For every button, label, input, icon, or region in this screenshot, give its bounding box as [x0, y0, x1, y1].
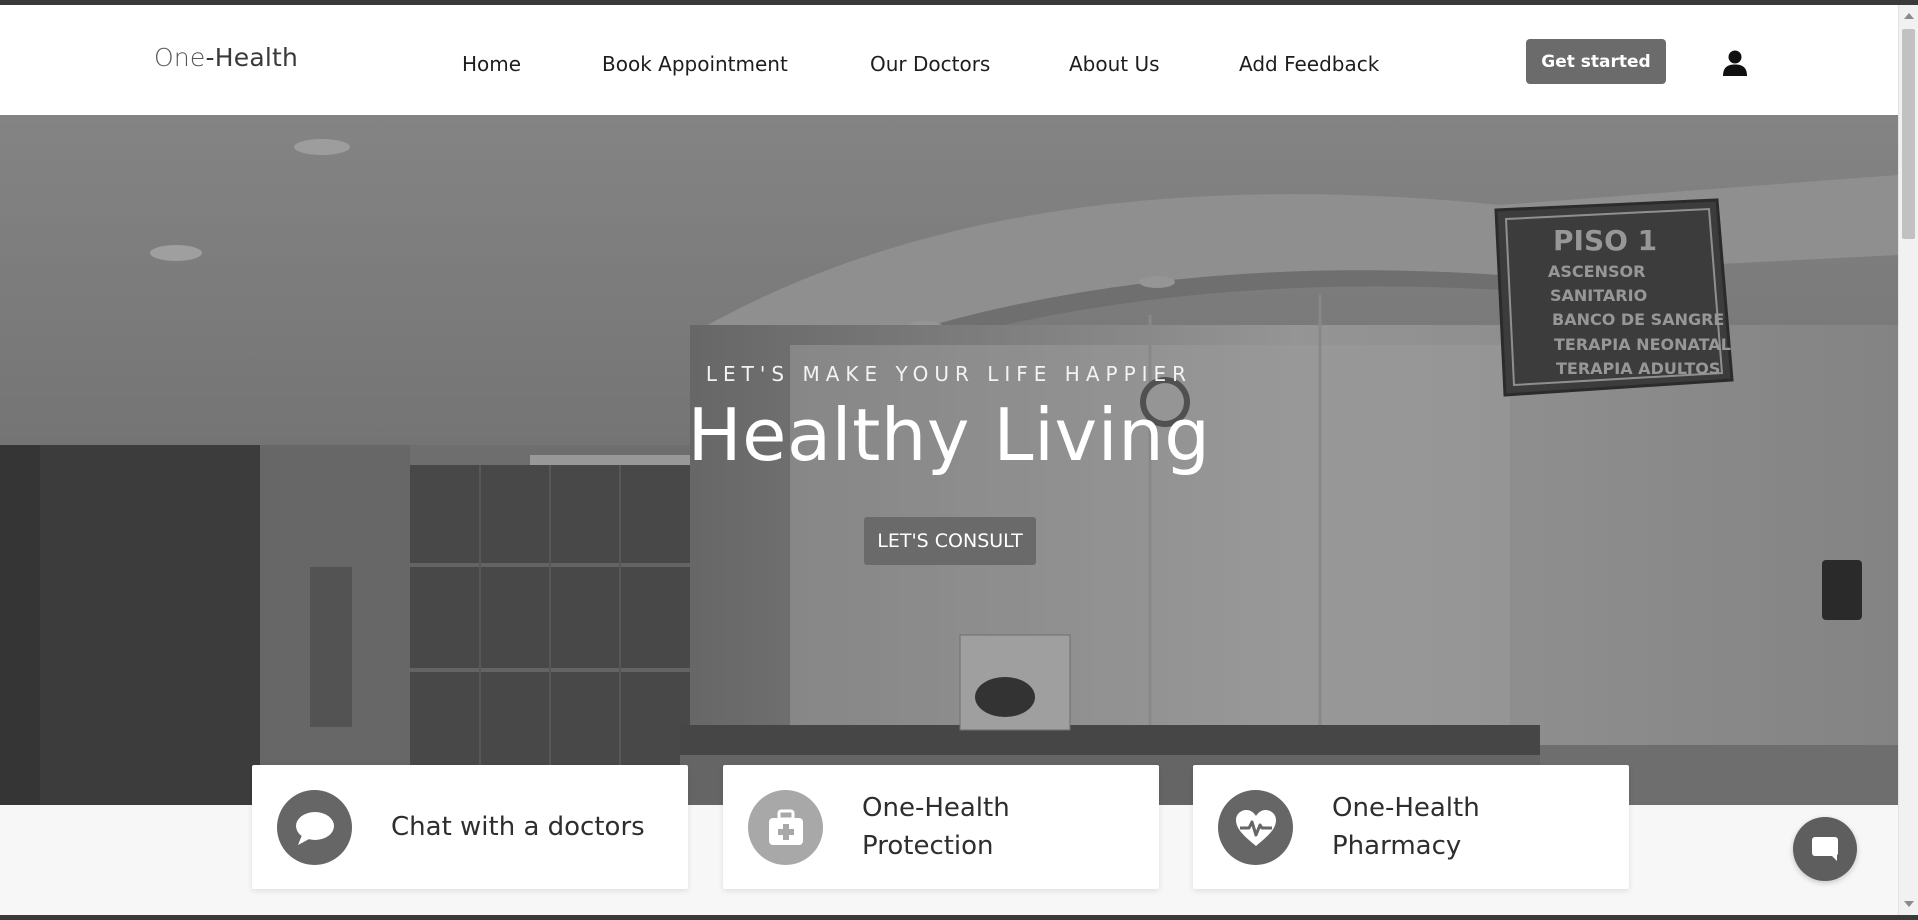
nav-home[interactable]: Home — [462, 52, 521, 76]
feature-label-chat: Chat with a doctors — [391, 812, 645, 842]
hero-subtitle: LET'S MAKE YOUR LIFE HAPPIER — [705, 362, 1193, 386]
scroll-up-arrow[interactable] — [1904, 13, 1914, 19]
brand-name-part1: One — [154, 43, 206, 72]
scroll-down-arrow[interactable] — [1904, 901, 1914, 907]
feature-card-pharmacy[interactable]: One-Health Pharmacy — [1193, 765, 1629, 889]
brand-logo[interactable]: One-Health — [154, 43, 298, 72]
medical-kit-icon — [748, 790, 823, 865]
feature-label-pharmacy-line1: One-Health — [1332, 793, 1480, 823]
get-started-button[interactable]: Get started — [1526, 39, 1666, 84]
page-viewport: One-Health Home Book Appointment Our Doc… — [0, 5, 1898, 915]
chat-widget-button[interactable] — [1793, 817, 1857, 881]
feature-card-chat[interactable]: Chat with a doctors — [252, 765, 688, 889]
navbar: One-Health Home Book Appointment Our Doc… — [0, 5, 1898, 115]
brand-name-part2: -Health — [205, 43, 299, 72]
scrollbar-thumb[interactable] — [1902, 29, 1915, 239]
feature-label-protection-line1: One-Health — [862, 793, 1010, 823]
nav-book-appointment[interactable]: Book Appointment — [602, 52, 788, 76]
speech-bubble-icon — [277, 790, 352, 865]
feature-label-protection-line2: Protection — [862, 831, 994, 861]
lets-consult-button[interactable]: LET'S CONSULT — [864, 517, 1036, 565]
user-icon[interactable] — [1722, 49, 1748, 77]
nav-our-doctors[interactable]: Our Doctors — [870, 52, 990, 76]
feature-label-pharmacy-line2: Pharmacy — [1332, 831, 1462, 861]
hero-title: Healthy Living — [687, 393, 1211, 477]
chat-icon — [1812, 837, 1838, 861]
heartbeat-icon — [1218, 790, 1293, 865]
feature-card-protection[interactable]: One-Health Protection — [723, 765, 1159, 889]
nav-about-us[interactable]: About Us — [1069, 52, 1160, 76]
nav-add-feedback[interactable]: Add Feedback — [1239, 52, 1379, 76]
page-scrollbar[interactable] — [1898, 5, 1918, 915]
hero-section: PISO 1 ASCENSOR SANITARIO BANCO DE SANGR… — [0, 115, 1898, 805]
